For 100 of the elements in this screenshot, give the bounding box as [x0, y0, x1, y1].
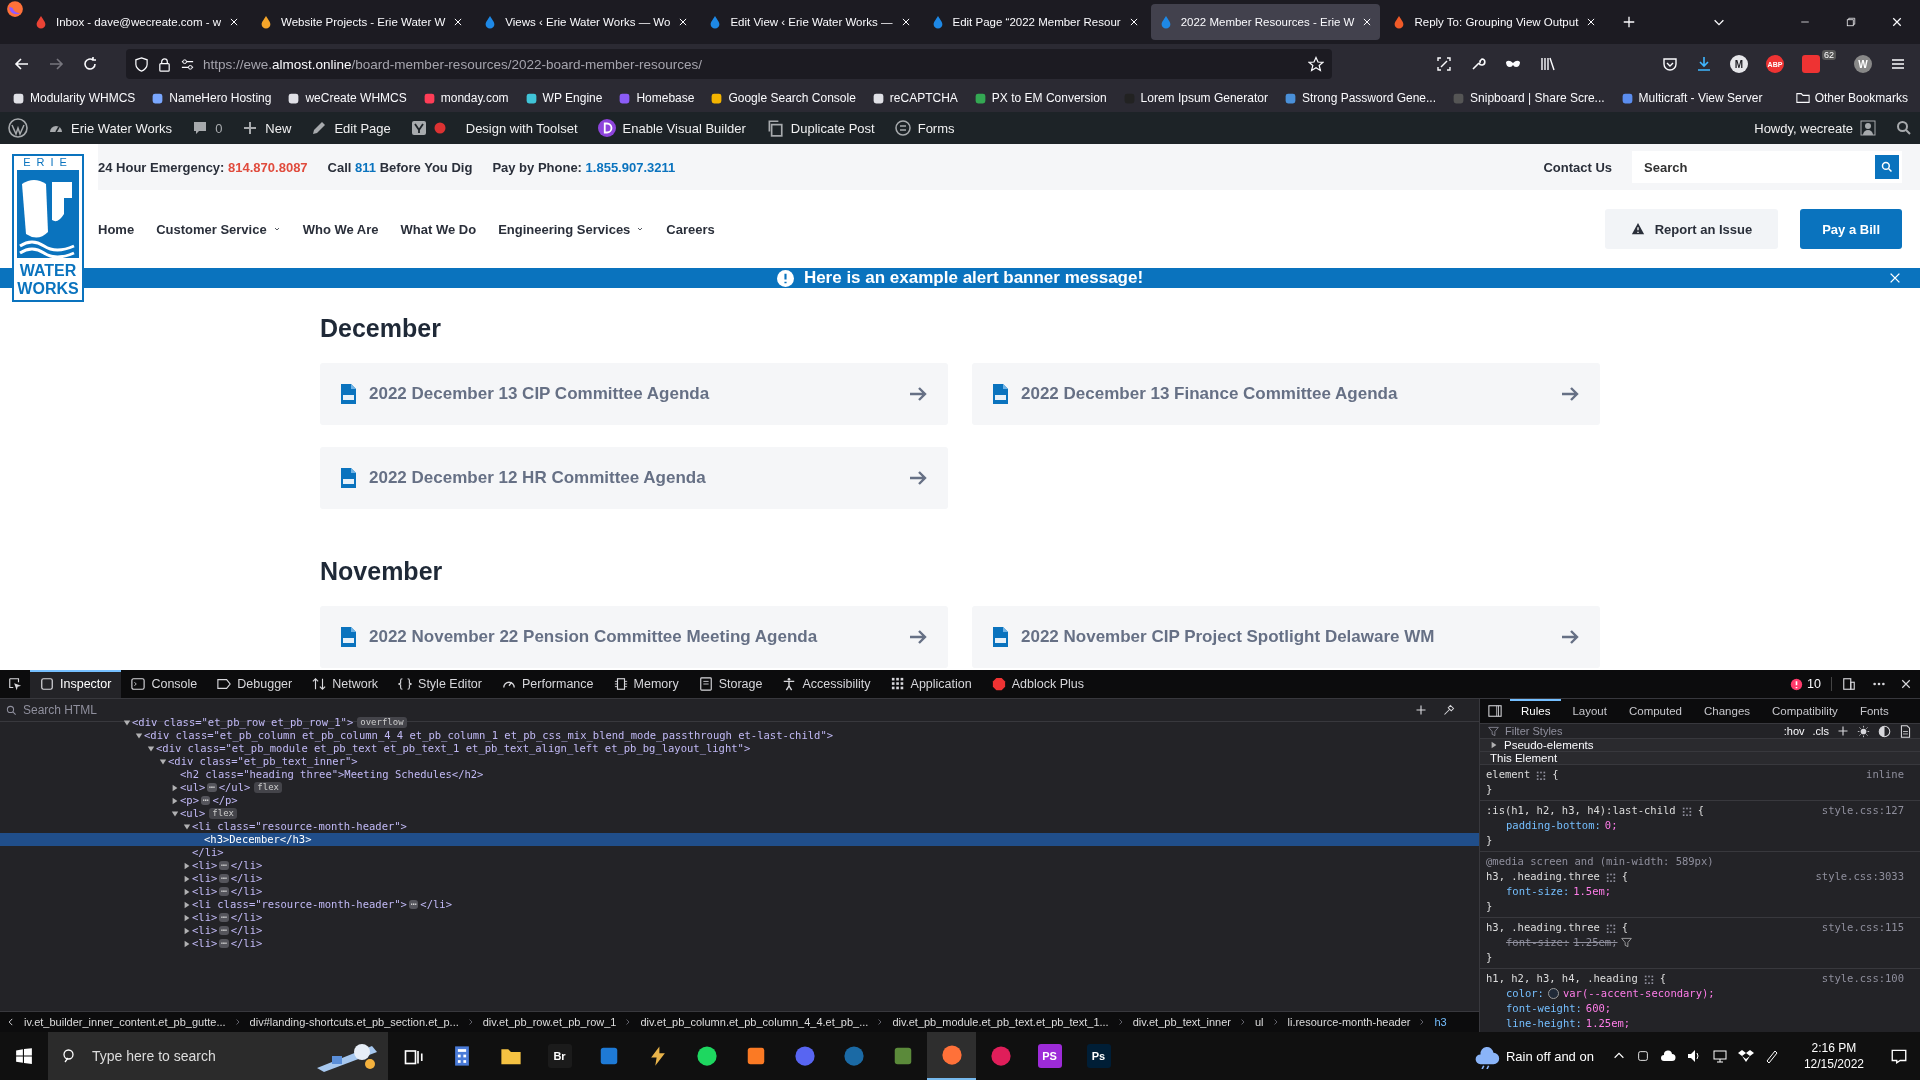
pay-bill-button[interactable]: Pay a Bill [1800, 209, 1902, 249]
markup-node[interactable]: </li> [230, 859, 263, 872]
notifications-icon[interactable] [1890, 1047, 1908, 1065]
forward-icon[interactable] [48, 56, 64, 72]
expanded-arrow-icon[interactable] [135, 731, 143, 740]
markup-node[interactable]: <div class="et_pb_column et_pb_column_4_4 et_pb_column_1 et_pb_css_mix_blend_mode_passthrough et-last-child"> [144, 729, 834, 742]
search-icon[interactable] [1881, 161, 1893, 173]
expanded-arrow-icon[interactable] [123, 718, 131, 727]
weather-widget[interactable]: Rain off and on [1474, 1043, 1594, 1069]
tab-close-icon[interactable] [900, 17, 911, 27]
devtools-tab[interactable]: Network [302, 670, 389, 698]
tray-app-icon[interactable] [1635, 1049, 1650, 1063]
css-value[interactable]: var(--accent-secondary); [1562, 986, 1715, 1001]
css-property[interactable]: font-size: [1506, 884, 1570, 899]
bookmark[interactable]: reCAPTCHA [871, 91, 958, 105]
markup-node[interactable]: <div class="et_pb_row et_pb_row_1"> [132, 716, 354, 729]
collapsed-content-button[interactable]: ⋯ [207, 783, 217, 792]
speaker-icon[interactable] [1685, 1048, 1702, 1064]
tab-close-icon[interactable] [1362, 17, 1373, 27]
extension-button[interactable]: M [1730, 55, 1748, 73]
markup-node[interactable]: <li class="resource-month-header"> [192, 898, 407, 911]
admin-bar-item[interactable]: Edit Page [311, 120, 391, 136]
browser-tab[interactable]: Inbox - dave@wecreate.com - w [26, 4, 248, 40]
back-icon[interactable] [14, 56, 30, 72]
layout-badge[interactable]: overflow [357, 717, 407, 728]
tab-close-icon[interactable] [453, 17, 464, 27]
markup-node[interactable]: <li class="resource-month-header"> [192, 820, 407, 833]
nav-link[interactable]: Home [98, 221, 135, 237]
close-icon[interactable] [1888, 271, 1902, 285]
collapsed-arrow-icon[interactable] [171, 783, 179, 792]
markup-node[interactable]: </li> [230, 872, 263, 885]
breadcrumb[interactable]: div#landing-shortcuts.et_pb_section.et_p... [249, 1016, 459, 1028]
browser-tab[interactable]: Edit Page “2022 Member Resour [922, 4, 1147, 40]
library-icon[interactable] [1540, 56, 1556, 72]
menu-icon[interactable] [1890, 56, 1906, 72]
filter-styles-field[interactable]: Filter Styles [1503, 724, 1776, 738]
app-icon[interactable]: Ps [1086, 1044, 1111, 1068]
breadcrumb[interactable]: div.et_pb_column.et_pb_column_4_4.et_pb_... [640, 1016, 869, 1028]
admin-bar-item[interactable]: New [242, 120, 292, 136]
collapsed-content-button[interactable]: ⋯ [408, 900, 419, 909]
app-icon[interactable]: PS [1037, 1044, 1062, 1068]
account-menu[interactable]: Howdy, wecreate [1754, 120, 1876, 136]
seo-menu-item[interactable] [410, 120, 446, 136]
comments-link[interactable]: 0 [192, 120, 223, 136]
breadcrumb[interactable]: div.et_pb_text_inner [1132, 1016, 1231, 1028]
tab-close-icon[interactable] [229, 17, 240, 27]
bookmark[interactable]: PX to EM Conversion [973, 91, 1107, 105]
admin-bar-item[interactable]: Design with Toolset [465, 120, 578, 136]
collapsed-arrow-icon[interactable] [171, 796, 179, 805]
bookmark[interactable]: Homebase [618, 91, 695, 105]
breadcrumb[interactable]: div.et_pb_module.et_pb_text.et_pb_text_1... [892, 1016, 1109, 1028]
markup-node[interactable]: </li> [230, 885, 263, 898]
breadcrumb[interactable]: iv.et_builder_inner_content.et_pb_gutte... [24, 1016, 226, 1028]
dropbox-icon[interactable] [1737, 1048, 1754, 1064]
firefox-logo-icon[interactable] [6, 0, 24, 18]
breadcrumb[interactable]: ul [1254, 1016, 1264, 1028]
css-value[interactable]: 1.5em; [1573, 884, 1612, 899]
breadcrumb[interactable]: h3 [1434, 1016, 1447, 1028]
app-icon[interactable]: Br [547, 1044, 572, 1068]
bookmark[interactable]: Lorem Ipsum Generator [1122, 91, 1268, 105]
markup-node[interactable]: <li> [192, 937, 218, 950]
collapsed-content-button[interactable]: ⋯ [219, 887, 229, 896]
error-count[interactable]: 10 [1780, 677, 1832, 691]
markup-node[interactable]: <li> [192, 872, 218, 885]
clock[interactable]: 2:16 PM 12/15/2022 [1803, 1040, 1864, 1072]
source-link[interactable]: style.css:3033 [1815, 869, 1904, 884]
admin-bar-item[interactable]: Forms [894, 120, 955, 136]
bookmark[interactable]: WP Engine [524, 91, 603, 105]
bookmark[interactable]: weCreate WHMCS [287, 91, 407, 105]
print-media-icon[interactable] [1899, 724, 1912, 738]
devtools-tab[interactable]: Storage [688, 670, 773, 698]
sidebar-tab[interactable]: Compatibility [1761, 699, 1849, 723]
document-card[interactable]: 2022 December 12 HR Committee Agenda [320, 447, 948, 509]
tab-close-icon[interactable] [678, 17, 689, 27]
nav-link[interactable]: Engineering Services [498, 221, 645, 237]
collapsed-arrow-icon[interactable] [183, 939, 191, 948]
account-button[interactable]: W [1854, 55, 1872, 73]
browser-tab[interactable]: Website Projects - Erie Water W [251, 4, 472, 40]
devtools-tab[interactable]: Inspector [30, 670, 122, 698]
site-logo[interactable]: ERIE WATER WORKS [12, 154, 84, 302]
css-value[interactable]: 0; [1604, 818, 1618, 833]
breadcrumb[interactable]: li.resource-month-header [1287, 1016, 1411, 1028]
markup-node[interactable]: </li> [230, 937, 263, 950]
search-icon[interactable] [1896, 120, 1912, 136]
layout-badge[interactable]: flex [254, 782, 282, 793]
css-value[interactable]: 600; [1585, 1001, 1612, 1016]
markup-node[interactable]: <h2 class="heading three">Meeting Schedules</h2> [180, 768, 484, 781]
devtools-tab[interactable]: Memory [603, 670, 689, 698]
bookmark[interactable]: Modularity WHMCS [12, 91, 136, 105]
devtools-tab[interactable]: Application [880, 670, 982, 698]
browser-tab[interactable]: Edit View ‹ Erie Water Works — [700, 4, 919, 40]
dark-scheme-icon[interactable] [1878, 724, 1891, 738]
breadcrumb[interactable]: div.et_pb_row.et_pb_row_1 [482, 1016, 617, 1028]
browser-tab[interactable]: 2022 Member Resources - Erie W [1150, 4, 1381, 40]
tab-close-icon[interactable] [1586, 17, 1597, 27]
nav-link[interactable]: What We Do [400, 221, 477, 237]
markup-node[interactable]: <div class="et_pb_module et_pb_text et_pb_text_1 et_pb_text_align_left et_pb_bg_layout_light"> [156, 742, 751, 755]
source-link[interactable]: inline [1866, 767, 1904, 782]
expanded-arrow-icon[interactable] [183, 822, 191, 831]
bookmark[interactable]: monday.com [422, 91, 509, 105]
